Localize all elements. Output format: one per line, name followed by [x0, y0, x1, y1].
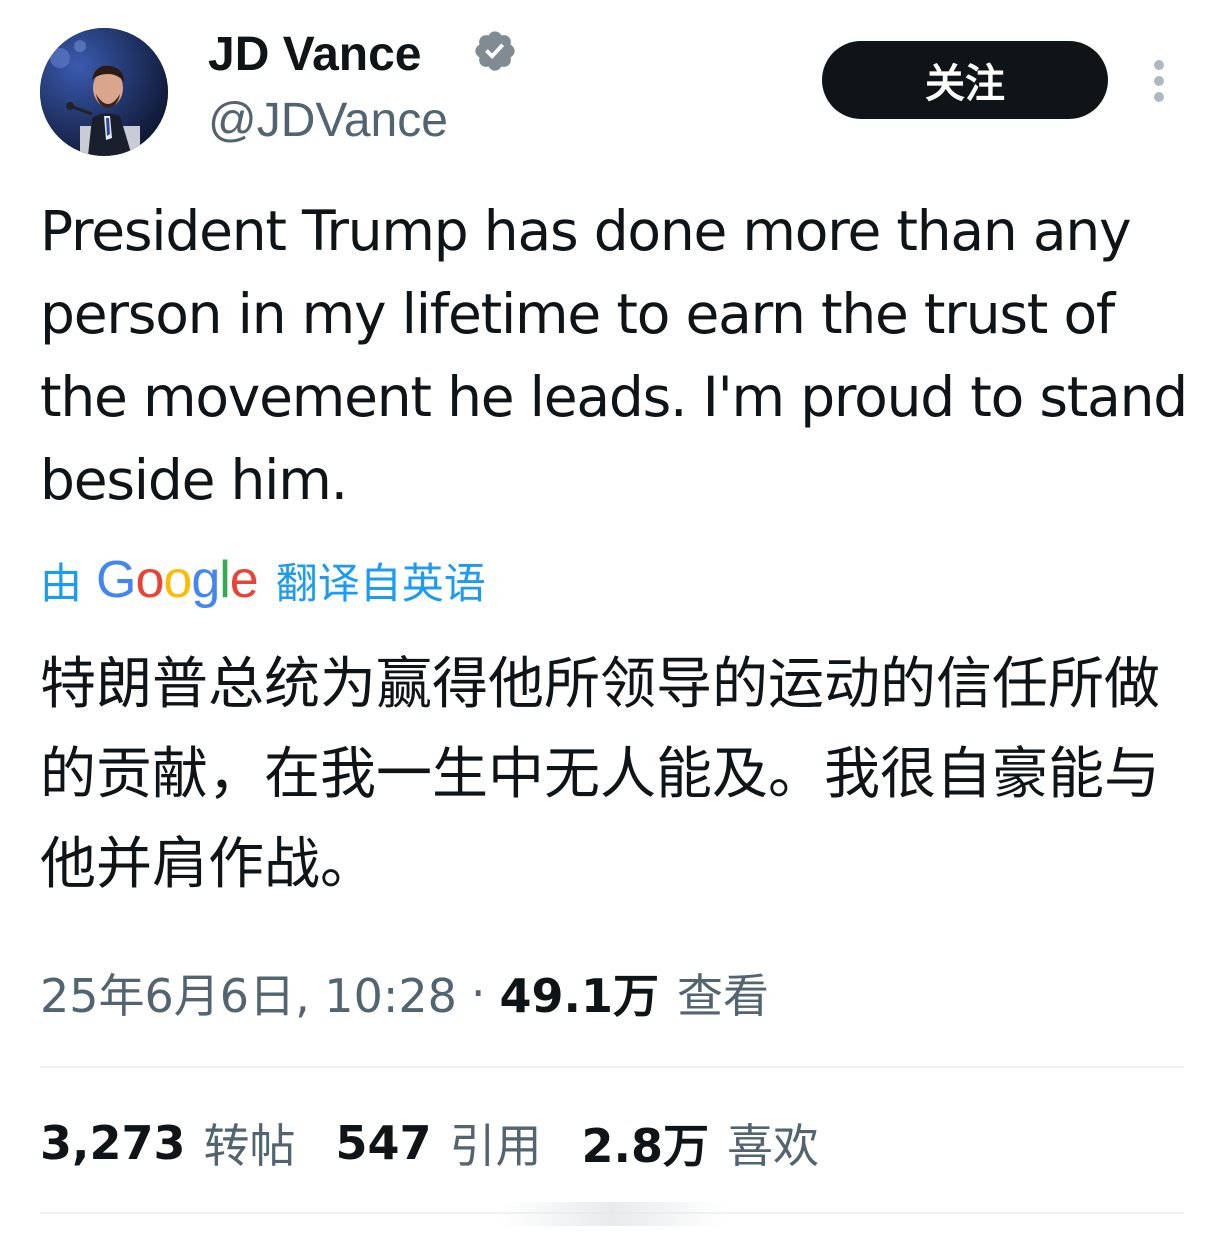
quotes-label: 引用 — [449, 1119, 542, 1173]
watermark — [500, 1202, 726, 1226]
views-count: 49.1万 — [499, 969, 660, 1023]
translation-prefix: 由 — [40, 558, 83, 608]
more-vertical-icon[interactable] — [1144, 58, 1174, 104]
stat-likes[interactable]: 2.8万 喜欢 — [582, 1110, 820, 1176]
avatar[interactable] — [40, 28, 168, 156]
meta-separator: · — [470, 966, 486, 1020]
tweet-timestamp[interactable]: 25年6月6日, 10:28 — [40, 960, 457, 1026]
translation-suffix: 翻译自英语 — [275, 558, 486, 608]
views-label: 查看 — [677, 969, 769, 1023]
verified-badge-icon — [475, 31, 515, 71]
stat-quotes[interactable]: 547 引用 — [336, 1110, 542, 1176]
author-handle[interactable]: @JDVance — [208, 92, 448, 150]
reposts-count: 3,273 — [40, 1116, 186, 1170]
likes-count: 2.8万 — [581, 1119, 710, 1173]
engagement-stats: 3,273 转帖 547 引用 2.8万 喜欢 — [40, 1110, 859, 1176]
likes-label: 喜欢 — [727, 1119, 820, 1173]
reposts-label: 转帖 — [203, 1119, 296, 1173]
tweet-text: President Trump has done more than any p… — [40, 199, 1188, 512]
stat-reposts[interactable]: 3,273 转帖 — [40, 1110, 296, 1176]
divider — [40, 1066, 1184, 1068]
follow-button[interactable]: 关注 — [822, 41, 1108, 119]
translated-text: 特朗普总统为赢得他所领导的运动的信任所做的贡献，在我一生中无人能及。我很自豪能与… — [40, 652, 1160, 897]
google-logo: Google — [96, 551, 259, 609]
tweet-meta: 25年6月6日, 10:28 · 49.1万 查看 — [40, 960, 769, 1026]
quotes-count: 547 — [335, 1116, 432, 1170]
avatar-image — [40, 28, 168, 156]
author-display-name[interactable]: JD Vance — [208, 26, 421, 84]
translation-notice[interactable]: 由 Google 翻译自英语 — [40, 548, 486, 612]
